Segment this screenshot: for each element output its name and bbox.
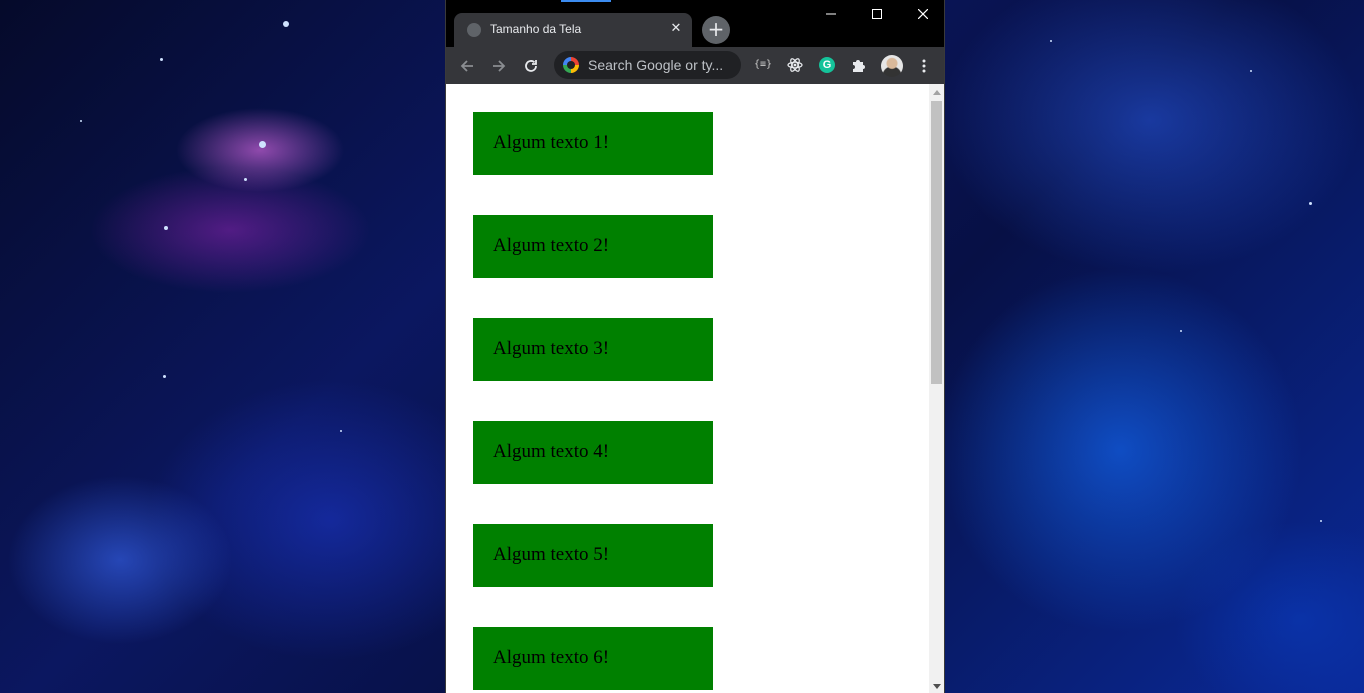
browser-window: Tamanho da Tela ✕ + Search Google or ty.… (445, 0, 945, 693)
star (259, 141, 266, 148)
star (1180, 330, 1182, 332)
omnibox-placeholder: Search Google or ty... (588, 57, 724, 73)
google-icon (563, 57, 579, 73)
text-box-1: Algum texto 1! (473, 112, 713, 175)
star (1250, 70, 1252, 72)
back-arrow-icon (460, 60, 473, 72)
close-tab-icon[interactable]: ✕ (668, 21, 684, 37)
back-button[interactable] (454, 53, 480, 79)
text-box-3: Algum texto 3! (473, 318, 713, 381)
profile-avatar[interactable] (881, 55, 903, 77)
more-vert-icon (922, 59, 926, 73)
tab-tamanho-da-tela[interactable]: Tamanho da Tela ✕ (454, 13, 692, 47)
scroll-thumb[interactable] (931, 101, 942, 384)
menu-button[interactable] (911, 53, 937, 79)
star (160, 58, 163, 61)
close-icon (918, 9, 928, 19)
scroll-up-icon[interactable] (933, 90, 941, 95)
forward-arrow-icon (493, 60, 506, 72)
star (1320, 520, 1322, 522)
braces-extension-icon[interactable]: {≡} (751, 53, 775, 77)
toolbar: Search Google or ty... {≡} G (446, 47, 944, 84)
star (1309, 202, 1312, 205)
text-box-5: Algum texto 5! (473, 524, 713, 587)
puzzle-extensions-icon[interactable] (847, 53, 871, 77)
globe-icon (467, 23, 481, 37)
omnibox[interactable]: Search Google or ty... (554, 51, 741, 79)
star (283, 21, 289, 27)
text-box-6: Algum texto 6! (473, 627, 713, 690)
title-accent (561, 0, 611, 2)
title-bar: Tamanho da Tela ✕ + (446, 0, 944, 47)
reload-button[interactable] (518, 53, 544, 79)
star (164, 226, 168, 230)
close-window-button[interactable] (900, 0, 946, 30)
react-atom-icon (787, 58, 803, 72)
tab-title: Tamanho da Tela (490, 22, 582, 36)
star (244, 178, 247, 181)
maximize-icon (872, 9, 882, 19)
maximize-button[interactable] (854, 0, 900, 30)
star (340, 430, 342, 432)
puzzle-icon (853, 60, 865, 72)
minimize-icon (826, 13, 836, 15)
star (163, 375, 166, 378)
minimize-button[interactable] (808, 0, 854, 30)
react-extension-icon[interactable] (783, 53, 807, 77)
reload-icon (525, 60, 537, 72)
page-viewport: Algum texto 1! Algum texto 2! Algum text… (446, 84, 929, 693)
vertical-scrollbar[interactable] (929, 84, 944, 693)
grammarly-extension-icon[interactable]: G (819, 57, 835, 73)
text-box-2: Algum texto 2! (473, 215, 713, 278)
star (1050, 40, 1052, 42)
text-box-4: Algum texto 4! (473, 421, 713, 484)
star (80, 120, 82, 122)
scroll-down-icon[interactable] (933, 684, 941, 689)
forward-button[interactable] (486, 53, 512, 79)
new-tab-button[interactable]: + (702, 16, 730, 44)
